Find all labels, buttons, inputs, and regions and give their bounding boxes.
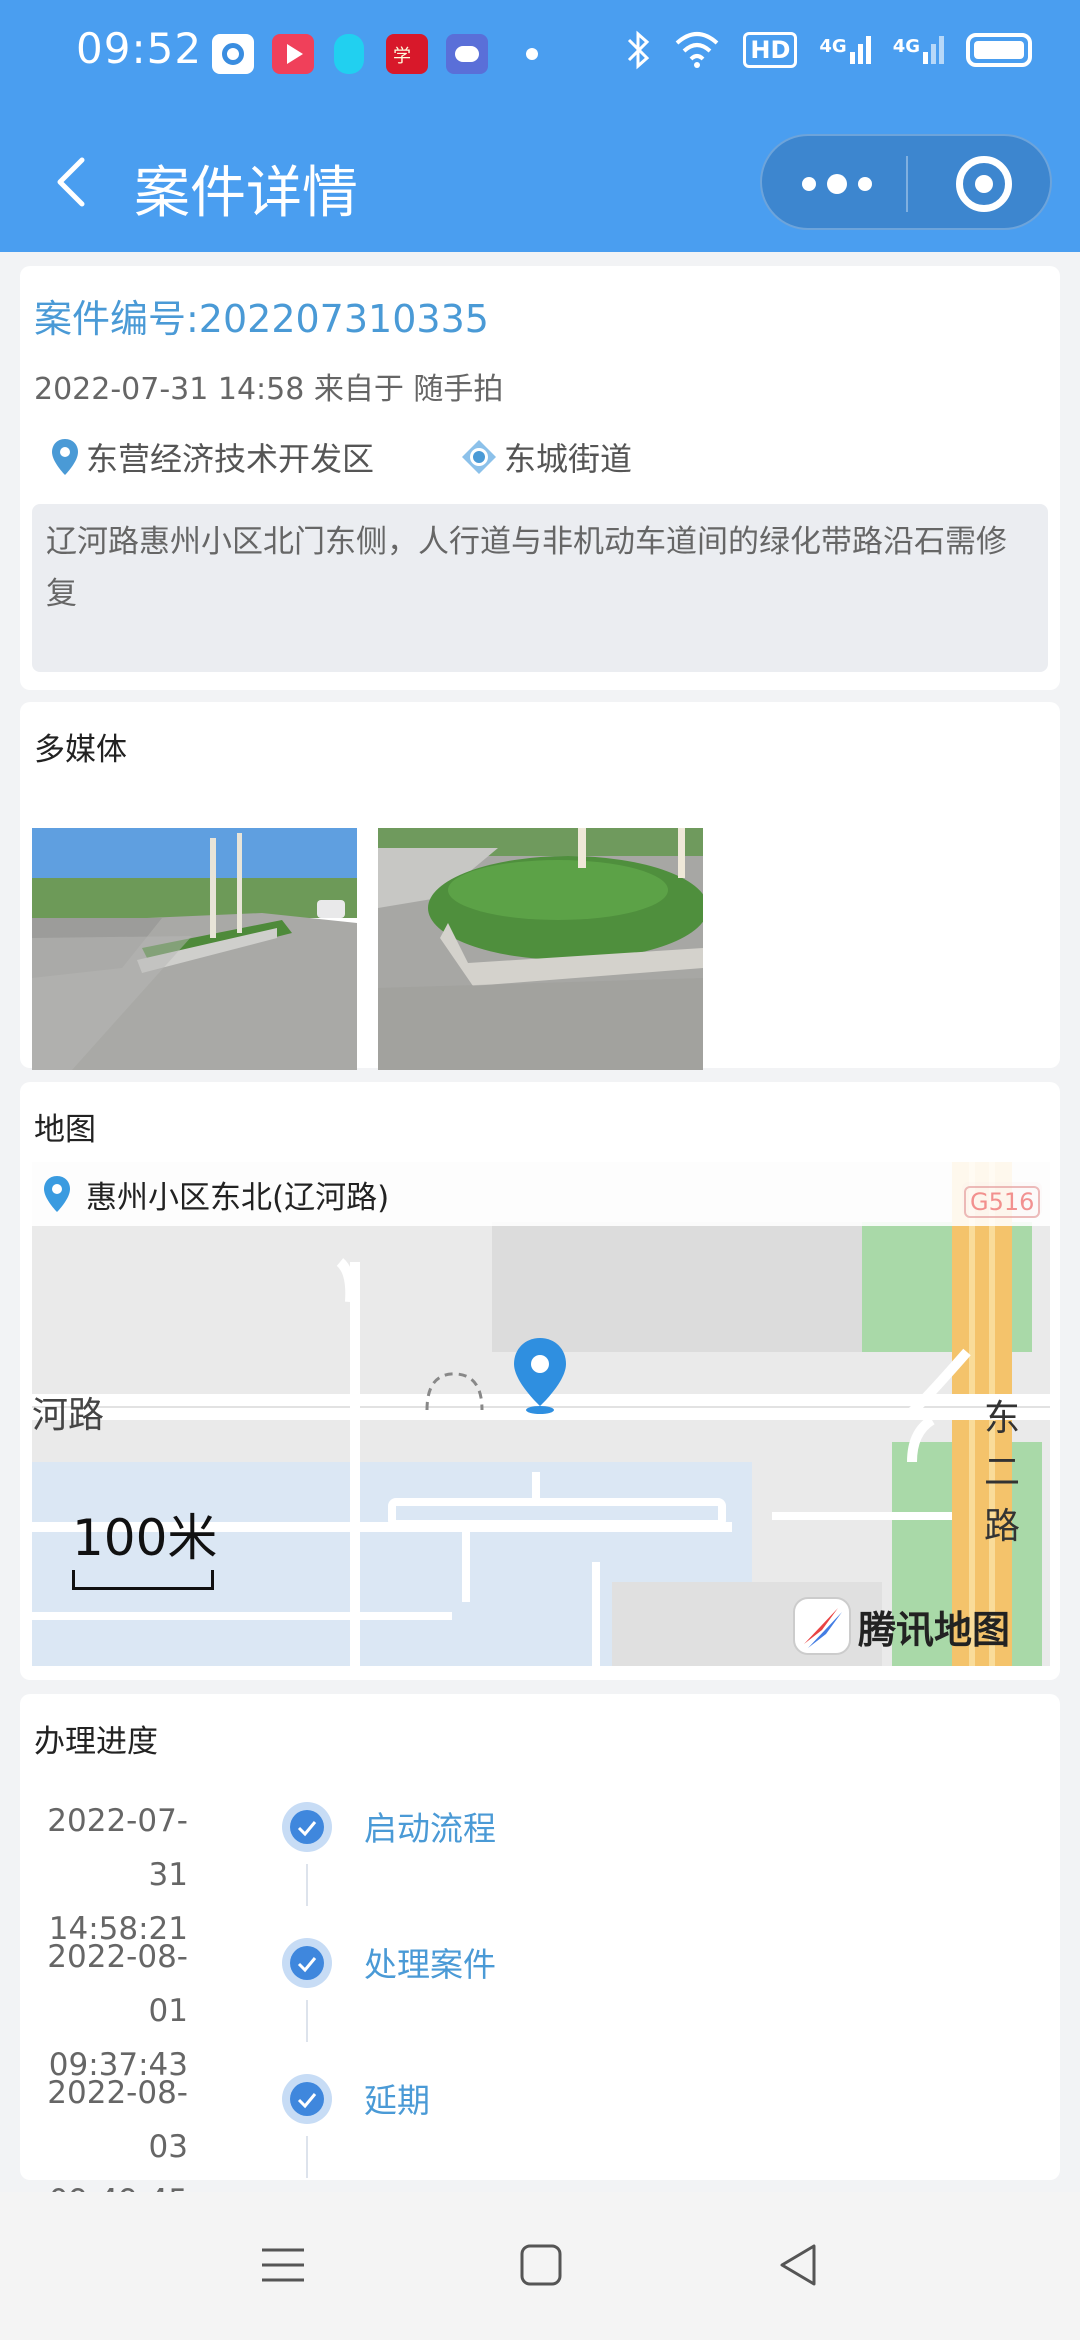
location-pin-icon <box>44 1176 70 1212</box>
progress-section-title: 办理进度 <box>34 1724 158 1760</box>
wifi-icon <box>676 32 719 68</box>
home-square-icon[interactable] <box>516 2240 566 2290</box>
mini-program-capsule <box>760 134 1052 230</box>
bluetooth-icon <box>628 30 650 70</box>
signal-icon: 4G <box>819 36 871 64</box>
location-pin-icon <box>52 439 78 475</box>
map-address-bar: 惠州小区东北(辽河路) <box>32 1162 1050 1226</box>
page-title: 案件详情 <box>134 161 358 226</box>
road-label-right: 东二路 <box>984 1398 1021 1547</box>
step-label[interactable]: 启动流程 <box>364 1802 496 1850</box>
step-label[interactable]: 延期 <box>364 2074 430 2122</box>
app-notification-icon <box>212 34 254 74</box>
battery-icon <box>966 33 1032 67</box>
case-number: 案件编号:202207310335 <box>34 297 489 341</box>
check-icon <box>297 1957 317 1973</box>
case-photo-2[interactable] <box>378 828 703 1070</box>
chat-app-icon <box>446 34 488 74</box>
menu-icon[interactable] <box>258 2240 308 2290</box>
page-header: 案件详情 <box>0 110 1080 252</box>
case-photo-1[interactable] <box>32 828 357 1070</box>
timeline-step: 2022-08-03 09:49:45 延期 <box>20 2066 1060 2219</box>
map-scale: 100米 <box>72 1498 217 1590</box>
map-brand: 腾讯地图 <box>792 1596 1010 1656</box>
check-icon <box>297 2093 317 2109</box>
network-type-2: 4G <box>892 36 920 57</box>
target-location-icon <box>462 440 496 474</box>
case-description: 辽河路惠州小区北门东侧，人行道与非机动车道间的绿化带路沿石需修复 <box>32 504 1048 672</box>
road-label-left: 河路 <box>32 1395 105 1436</box>
app-notification-icon <box>334 34 364 74</box>
top-bar: 09:52 学 HD 4G 4G 案件详情 <box>0 0 1080 252</box>
status-right: HD 4G 4G <box>625 30 1032 70</box>
capsule-divider <box>906 156 908 212</box>
map-view[interactable]: 惠州小区东北(辽河路) G516 河路 东二路 100米 腾讯地图 <box>32 1162 1050 1666</box>
map-scale-label: 100米 <box>72 1509 218 1567</box>
map-card: 地图 惠州小区东北(辽河路) G516 河路 东二路 100米 腾讯地图 <box>20 1082 1060 1680</box>
street-location: 东城街道 <box>460 434 632 480</box>
street-name: 东城街道 <box>504 440 633 478</box>
case-info-card: 案件编号:202207310335 2022-07-31 14:58 来自于 随… <box>20 266 1060 690</box>
target-close-icon[interactable] <box>956 156 1012 212</box>
progress-card: 办理进度 2022-07-31 14:58:21 启动流程 2022-08-01… <box>20 1694 1060 2219</box>
timeline-connector <box>306 1864 308 1906</box>
study-app-icon: 学 <box>386 34 428 74</box>
back-triangle-icon[interactable] <box>774 2240 824 2290</box>
map-brand-label: 腾讯地图 <box>858 1607 1011 1652</box>
timeline-step: 2022-07-31 14:58:21 启动流程 <box>20 1794 1060 1947</box>
chevron-left-icon[interactable] <box>44 152 104 212</box>
media-section-title: 多媒体 <box>34 732 127 768</box>
media-card: 多媒体 <box>20 702 1060 1070</box>
timeline-connector <box>306 2136 308 2178</box>
step-date: 2022-07-31 <box>47 1803 188 1893</box>
more-notifications-dot <box>526 48 538 60</box>
hd-badge: HD <box>743 32 798 68</box>
map-address: 惠州小区东北(辽河路) <box>86 1179 390 1216</box>
map-marker-icon <box>514 1338 566 1414</box>
step-date: 2022-08-01 <box>47 1939 188 2029</box>
tencent-map-logo-icon <box>793 1597 851 1655</box>
district-name: 东营经济技术开发区 <box>86 440 375 478</box>
status-bar: 09:52 学 HD 4G 4G <box>0 0 1080 110</box>
timeline-connector <box>306 2000 308 2042</box>
more-dots-icon[interactable] <box>802 174 872 194</box>
timeline-step: 2022-08-01 09:37:43 处理案件 <box>20 1930 1060 2083</box>
step-label[interactable]: 处理案件 <box>364 1938 496 1986</box>
district-location: 东营经济技术开发区 <box>50 434 374 480</box>
network-type-1: 4G <box>819 36 847 57</box>
highway-label: G516 <box>964 1186 1041 1218</box>
video-app-icon <box>272 34 314 74</box>
signal-icon: 4G <box>893 36 944 64</box>
system-nav-bar <box>0 2192 1080 2340</box>
step-date: 2022-08-03 <box>47 2075 188 2165</box>
case-meta: 2022-07-31 14:58 来自于 随手拍 <box>34 372 504 407</box>
map-section-title: 地图 <box>34 1112 96 1148</box>
status-time: 09:52 <box>76 24 203 73</box>
map-scale-bar <box>72 1570 214 1590</box>
check-icon <box>297 1821 317 1837</box>
